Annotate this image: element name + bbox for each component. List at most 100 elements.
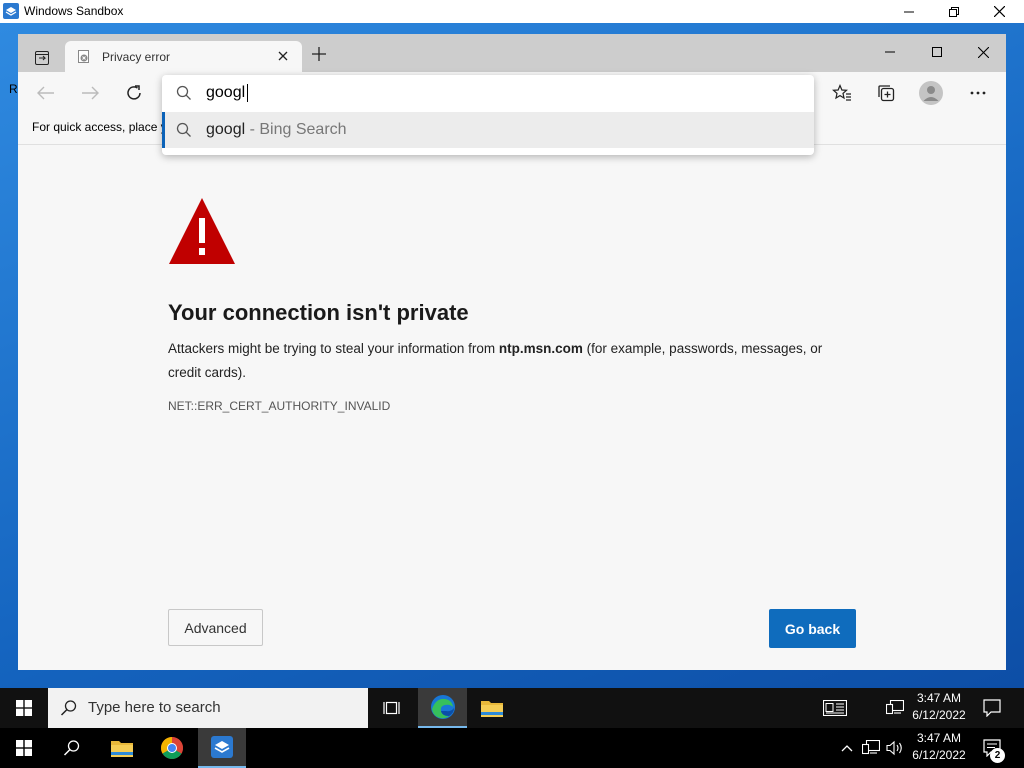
error-description: Attackers might be trying to steal your … bbox=[168, 337, 858, 385]
taskbar-search-box[interactable]: Type here to search bbox=[48, 688, 368, 728]
error-description-prefix: Attackers might be trying to steal your … bbox=[168, 341, 499, 356]
minimize-icon bbox=[904, 11, 914, 12]
search-button[interactable] bbox=[50, 728, 94, 768]
sandbox-action-center-button[interactable] bbox=[975, 688, 1009, 728]
search-suggestion-item[interactable]: googl - Bing Search bbox=[162, 112, 814, 148]
profile-button[interactable] bbox=[917, 80, 945, 106]
network-wired-icon bbox=[886, 700, 904, 715]
network-icon-button[interactable] bbox=[860, 728, 882, 768]
host-clock[interactable]: 3:47 AM 6/12/2022 bbox=[905, 730, 973, 764]
maximize-icon bbox=[932, 47, 942, 57]
refresh-button[interactable] bbox=[120, 80, 148, 106]
suggestion-separator: - bbox=[245, 121, 260, 138]
show-hidden-icons-button[interactable] bbox=[837, 728, 857, 768]
warning-triangle-icon bbox=[169, 198, 235, 264]
collections-button[interactable] bbox=[872, 80, 900, 106]
address-bar bbox=[162, 75, 814, 111]
refresh-icon bbox=[127, 85, 141, 100]
chevron-up-icon bbox=[841, 745, 853, 752]
host-taskbar: 3:47 AM 6/12/2022 bbox=[0, 728, 1024, 768]
sandbox-clock-time: 3:47 AM bbox=[916, 691, 962, 705]
tab-actions-icon bbox=[35, 51, 49, 65]
sandbox-restore-button[interactable] bbox=[931, 0, 977, 23]
favorites-bar-hint: For quick access, place y bbox=[32, 120, 167, 134]
news-icon bbox=[823, 700, 847, 716]
taskbar-search-placeholder: Type here to search bbox=[88, 699, 221, 716]
sandbox-taskbar: Type here to search 3:47 AM 6/12/2022 bbox=[0, 688, 1024, 728]
sandbox-clock-date: 6/12/2022 bbox=[912, 708, 966, 722]
go-back-button[interactable]: Go back bbox=[769, 609, 856, 648]
desktop-icon-label-partial: R bbox=[9, 82, 18, 96]
forward-button[interactable] bbox=[76, 80, 104, 106]
sandbox-app-icon bbox=[3, 3, 19, 19]
tab-close-icon[interactable] bbox=[278, 51, 288, 61]
sandbox-minimize-button[interactable] bbox=[886, 0, 932, 23]
search-icon bbox=[60, 700, 77, 716]
folder-icon bbox=[111, 741, 133, 757]
notification-count-badge: 2 bbox=[990, 748, 1005, 763]
taskbar-file-explorer[interactable] bbox=[99, 728, 145, 768]
favorites-star-icon bbox=[832, 84, 851, 101]
suggestion-provider: Bing Search bbox=[259, 121, 347, 138]
edge-close-button[interactable] bbox=[960, 39, 1006, 65]
chrome-browser-icon bbox=[161, 737, 183, 759]
suggestion-text: googl - Bing Search bbox=[206, 121, 347, 139]
plus-icon bbox=[312, 47, 326, 61]
search-icon bbox=[63, 740, 80, 756]
forward-arrow-icon bbox=[82, 86, 99, 100]
error-heading: Your connection isn't private bbox=[168, 300, 469, 325]
tab-actions-button[interactable] bbox=[26, 44, 58, 72]
tab-title: Privacy error bbox=[102, 50, 171, 64]
sandbox-app-icon bbox=[211, 736, 233, 758]
suggestion-query: googl bbox=[206, 121, 246, 138]
address-bar-input[interactable] bbox=[206, 81, 766, 105]
new-tab-button[interactable] bbox=[312, 47, 326, 66]
tab-privacy-error[interactable]: Privacy error bbox=[65, 41, 302, 72]
search-icon bbox=[176, 122, 191, 137]
task-view-icon bbox=[383, 701, 400, 715]
speaker-icon bbox=[886, 740, 902, 756]
taskbar-file-explorer[interactable] bbox=[468, 688, 516, 728]
back-button[interactable] bbox=[32, 80, 60, 106]
edge-maximize-button[interactable] bbox=[914, 39, 960, 65]
sandbox-close-button[interactable] bbox=[976, 0, 1022, 23]
taskbar-windows-sandbox[interactable] bbox=[198, 728, 246, 768]
settings-more-button[interactable] bbox=[964, 80, 992, 106]
minimize-icon bbox=[885, 51, 895, 53]
error-page: Your connection isn't private Attackers … bbox=[18, 145, 1006, 670]
sandbox-start-button[interactable] bbox=[0, 688, 48, 728]
start-button[interactable] bbox=[0, 728, 48, 768]
host-clock-time: 3:47 AM bbox=[916, 731, 962, 745]
windows-logo-icon bbox=[16, 700, 32, 716]
folder-icon bbox=[481, 701, 503, 717]
taskbar-chrome[interactable] bbox=[149, 728, 195, 768]
advanced-button[interactable]: Advanced bbox=[168, 609, 263, 646]
volume-button[interactable] bbox=[884, 728, 906, 768]
restore-icon bbox=[949, 6, 959, 17]
edge-browser-icon bbox=[430, 695, 455, 719]
news-widget[interactable] bbox=[815, 688, 855, 728]
notification-icon bbox=[983, 699, 1001, 717]
close-icon bbox=[993, 6, 1005, 17]
sandbox-window-title: Windows Sandbox bbox=[24, 4, 124, 18]
tab-strip: Privacy error bbox=[18, 34, 1006, 72]
action-center-button[interactable] bbox=[975, 728, 1009, 768]
sandbox-clock[interactable]: 3:47 AM 6/12/2022 bbox=[905, 690, 973, 724]
avatar-icon bbox=[919, 81, 943, 105]
page-error-icon bbox=[78, 50, 89, 63]
host-clock-date: 6/12/2022 bbox=[912, 748, 966, 762]
selection-indicator bbox=[162, 112, 165, 148]
task-view-button[interactable] bbox=[369, 688, 415, 728]
windows-logo-icon bbox=[16, 740, 32, 756]
text-caret bbox=[247, 84, 248, 102]
close-icon bbox=[977, 46, 989, 58]
edge-minimize-button[interactable] bbox=[867, 39, 913, 65]
error-code[interactable]: NET::ERR_CERT_AUTHORITY_INVALID bbox=[168, 399, 390, 413]
taskbar-edge-app[interactable] bbox=[418, 688, 467, 728]
favorites-button[interactable] bbox=[828, 80, 856, 106]
error-domain: ntp.msn.com bbox=[498, 341, 583, 356]
more-dots-icon bbox=[970, 91, 986, 95]
sandbox-titlebar: Windows Sandbox bbox=[0, 0, 1024, 23]
collections-icon bbox=[878, 85, 895, 102]
network-wired-icon bbox=[862, 740, 880, 755]
